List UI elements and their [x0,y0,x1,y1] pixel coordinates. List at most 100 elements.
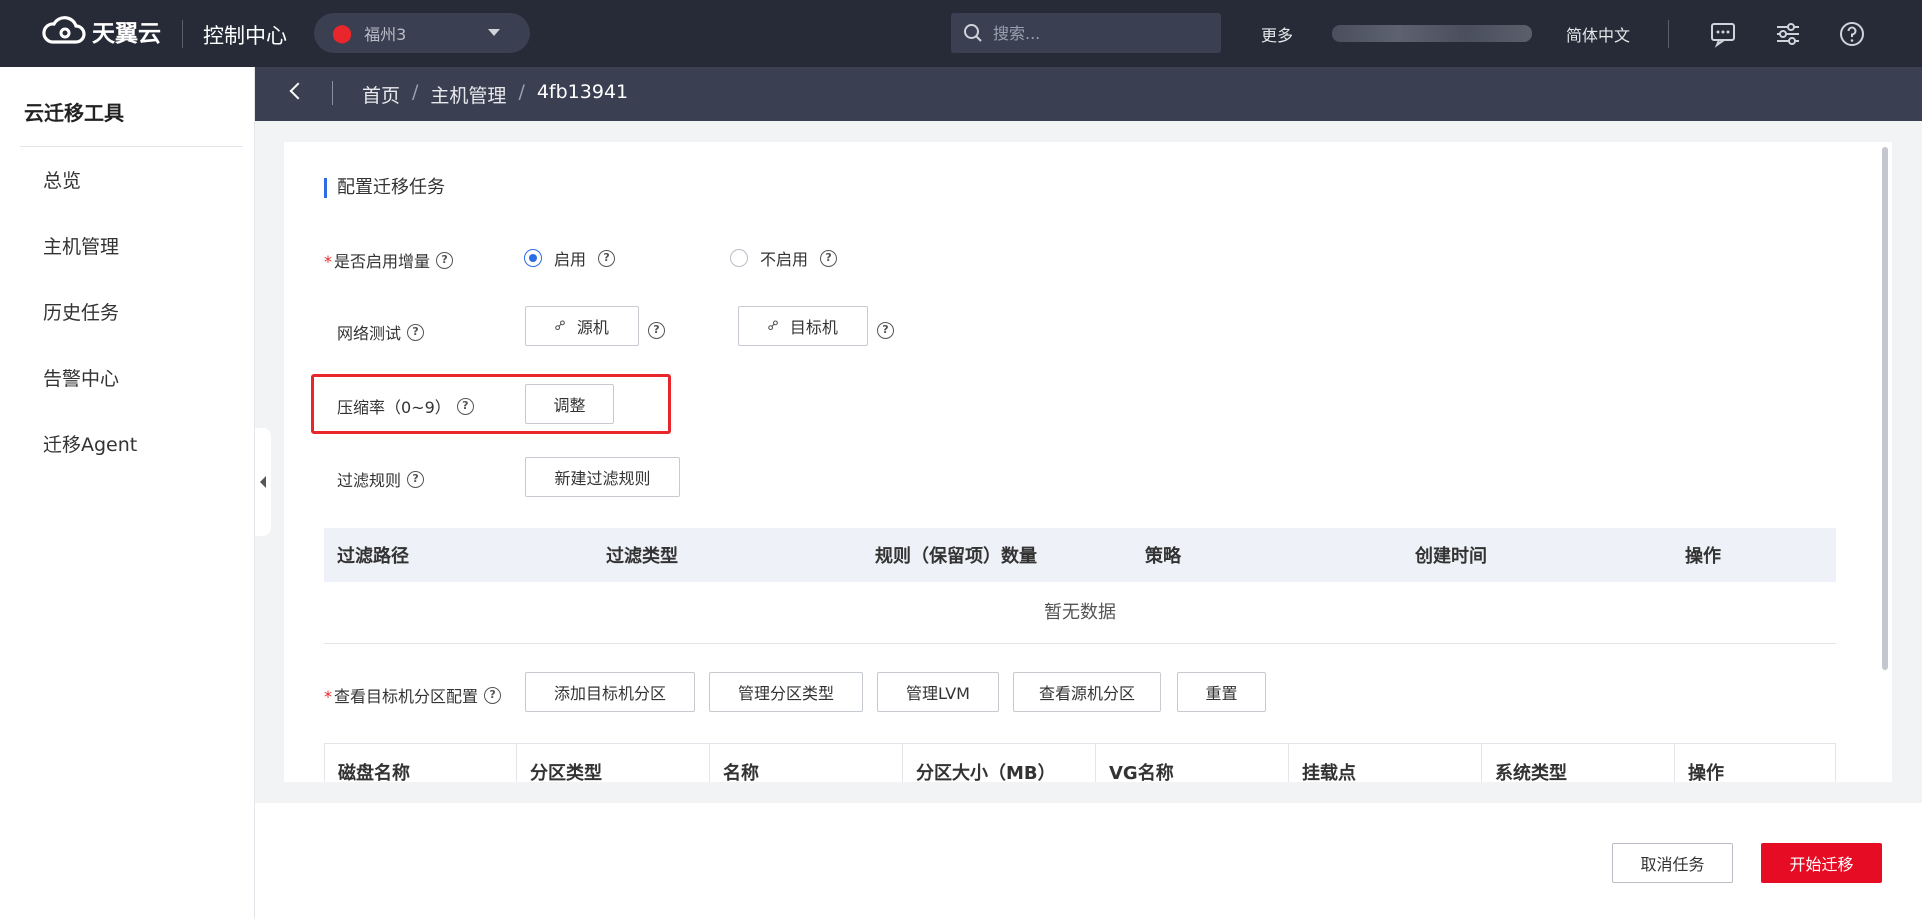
divider [332,81,333,105]
breadcrumb-bar: 首页 / 主机管理 / 4fb13941 [255,67,1922,121]
required-mark: * [324,252,332,271]
partition-config-label: * 查看目标机分区配置 ? [324,683,502,707]
radio-disable-label: 不启用 [760,250,809,269]
console-link[interactable]: 控制中心 [203,20,287,50]
region-name: 福州3 [364,25,407,44]
column-header: 系统类型 [1481,743,1675,782]
help-icon[interactable] [1838,20,1866,48]
filter-rules-table: 过滤路径 过滤类型 规则（保留项）数量 策略 创建时间 操作 [324,528,1836,582]
column-header: 名称 [709,743,903,782]
language-selector[interactable]: 简体中文 [1566,22,1630,46]
help-circle-icon[interactable]: ? [407,470,425,488]
chevron-down-icon [488,29,500,36]
help-circle-icon[interactable]: ? [484,686,502,704]
radio-checked-icon [524,249,542,267]
help-circle-icon[interactable]: ? [877,322,894,339]
source-test-button[interactable]: ⚯ 源机 [525,306,639,346]
breadcrumb-host-management[interactable]: 主机管理 [430,81,506,108]
caret-left-icon [260,476,266,488]
filter-rules-label-text: 过滤规则 [337,471,402,490]
brand-logo[interactable]: 天翼云 [40,14,161,48]
search-input[interactable] [993,23,1193,43]
radio-unchecked-icon [730,249,748,267]
divider [182,20,183,48]
section-title: 配置迁移任务 [324,178,445,198]
sidebar-item-migration-agent[interactable]: 迁移Agent [43,430,137,457]
action-footer: 取消任务 开始迁移 [255,803,1922,918]
radio-enable-label: 启用 [554,250,587,269]
column-header: 分区大小（MB） [902,743,1096,782]
reset-button[interactable]: 重置 [1177,672,1266,712]
target-test-label: 目标机 [789,318,838,337]
sidebar-item-history-tasks[interactable]: 历史任务 [43,298,119,325]
sidebar-item-alert-center[interactable]: 告警中心 [43,364,119,391]
manage-lvm-button[interactable]: 管理LVM [877,672,999,712]
source-test-label: 源机 [576,318,609,337]
compression-label: 压缩率（0~9） ? [337,394,474,418]
sidebar-collapse-button[interactable] [255,428,271,536]
column-header: 操作 [1674,743,1836,782]
table-header-row: 磁盘名称 分区类型 名称 分区大小（MB） VG名称 挂载点 系统类型 操作 [324,743,1836,782]
back-arrow-icon[interactable] [289,82,307,100]
cloud-logo-icon [42,16,86,44]
incremental-label-text: 是否启用增量 [334,252,431,271]
partition-config-label-text: 查看目标机分区配置 [334,687,479,706]
more-menu[interactable]: 更多 [1261,22,1293,46]
link-icon: ⚯ [551,316,571,336]
network-test-label: 网络测试 ? [337,320,425,344]
search-icon [964,24,982,42]
add-target-partition-button[interactable]: 添加目标机分区 [525,672,695,712]
account-name-redacted[interactable] [1332,25,1532,42]
sidebar-item-overview[interactable]: 总览 [43,166,81,193]
link-icon: ⚯ [764,316,784,336]
help-circle-icon[interactable]: ? [820,249,838,267]
adjust-compression-button[interactable]: 调整 [525,384,614,424]
start-migration-button[interactable]: 开始迁移 [1761,843,1882,883]
region-selector[interactable]: ⬤ 福州3 [314,13,530,53]
column-header: 策略 [1132,528,1402,582]
column-header: 操作 [1672,528,1836,582]
new-filter-rule-button[interactable]: 新建过滤规则 [525,457,680,497]
manage-partition-type-button[interactable]: 管理分区类型 [709,672,863,712]
help-circle-icon[interactable]: ? [407,323,425,341]
column-header: 过滤类型 [593,528,862,582]
filter-rules-label: 过滤规则 ? [337,467,425,491]
sidebar: 云迁移工具 总览 主机管理 历史任务 告警中心 迁移Agent [0,67,255,918]
radio-enable[interactable]: 启用 ? [524,246,616,270]
table-header-row: 过滤路径 过滤类型 规则（保留项）数量 策略 创建时间 操作 [324,528,1836,582]
breadcrumb-separator: / [412,81,419,103]
breadcrumb: 首页 / 主机管理 / 4fb13941 [362,81,628,108]
location-pin-icon: ⬤ [332,22,353,44]
help-circle-icon[interactable]: ? [456,397,474,415]
required-mark: * [324,687,332,706]
incremental-label: * 是否启用增量 ? [324,248,454,272]
sidebar-item-host-management[interactable]: 主机管理 [43,232,119,259]
view-source-partition-button[interactable]: 查看源机分区 [1013,672,1161,712]
column-header: VG名称 [1095,743,1289,782]
column-header: 规则（保留项）数量 [862,528,1132,582]
network-test-label-text: 网络测试 [337,324,402,343]
column-header: 过滤路径 [324,528,593,582]
message-icon[interactable] [1709,20,1737,48]
settings-sliders-icon[interactable] [1774,20,1802,48]
help-circle-icon[interactable]: ? [648,322,665,339]
vertical-scrollbar[interactable] [1882,147,1888,670]
breadcrumb-home[interactable]: 首页 [362,81,400,108]
partition-table: 磁盘名称 分区类型 名称 分区大小（MB） VG名称 挂载点 系统类型 操作 [324,743,1836,782]
breadcrumb-current: 4fb13941 [536,81,629,103]
divider [20,146,243,147]
breadcrumb-separator: / [518,81,525,103]
column-header: 磁盘名称 [324,743,517,782]
cancel-task-button[interactable]: 取消任务 [1612,843,1733,883]
empty-state-text: 暂无数据 [324,582,1836,644]
help-circle-icon[interactable]: ? [436,251,454,269]
sidebar-title: 云迁移工具 [24,101,124,125]
divider [1668,20,1669,48]
compression-label-text: 压缩率（0~9） [337,398,451,417]
target-test-button[interactable]: ⚯ 目标机 [738,306,868,346]
radio-disable[interactable]: 不启用 ? [730,246,838,270]
help-circle-icon[interactable]: ? [598,249,616,267]
search-box[interactable] [951,13,1221,53]
column-header: 创建时间 [1402,528,1672,582]
column-header: 分区类型 [516,743,710,782]
